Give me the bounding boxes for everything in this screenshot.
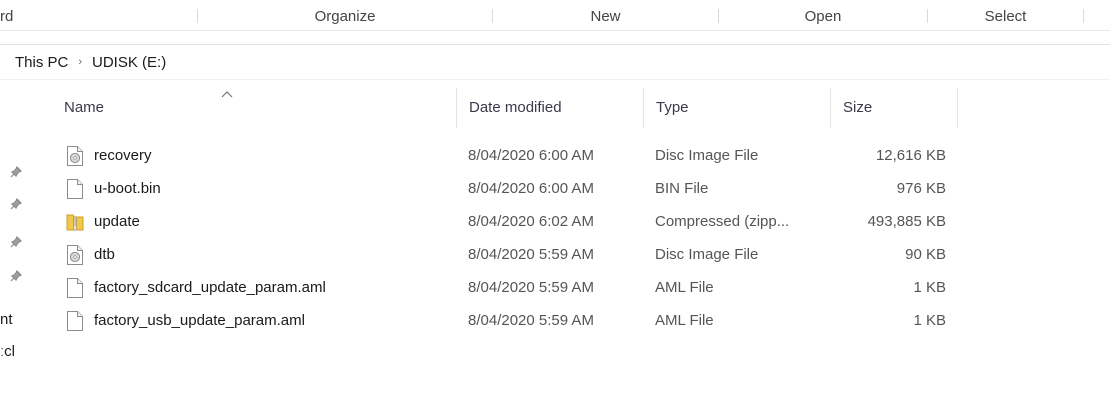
file-type: Disc Image File [655,246,759,263]
ribbon-group-open[interactable]: Open [719,8,927,30]
file-date-modified: 8/04/2020 6:02 AM [468,213,594,230]
file-list: recovery 8/04/2020 6:00 AM Disc Image Fi… [52,139,958,337]
file-name: update [94,213,140,230]
breadcrumb-udisk[interactable]: UDISK (E:) [92,54,166,71]
pin-icon[interactable] [10,198,22,210]
blank-file-icon [67,179,83,199]
breadcrumb-chevron-icon[interactable]: › [78,56,82,68]
disc-image-icon [67,245,83,265]
ribbon: rd Organize New Open Select [0,0,1110,31]
column-header-date-modified[interactable]: Date modified [457,88,643,128]
column-header-size[interactable]: Size [831,88,957,128]
file-name: u-boot.bin [94,180,161,197]
file-date-modified: 8/04/2020 6:00 AM [468,180,594,197]
file-row[interactable]: factory_sdcard_update_param.aml 8/04/202… [52,271,958,304]
file-date-modified: 8/04/2020 5:59 AM [468,246,594,263]
file-type: BIN File [655,180,709,197]
file-name: factory_sdcard_update_param.aml [94,279,326,296]
file-date-modified: 8/04/2020 5:59 AM [468,279,594,296]
ribbon-group-organize[interactable]: Organize [198,8,492,30]
ribbon-group-new[interactable]: New [493,8,718,30]
file-type: AML File [655,279,714,296]
zip-folder-icon [66,214,84,231]
blank-file-icon [67,311,83,331]
breadcrumb-this-pc[interactable]: This PC [15,54,68,71]
disc-image-icon [67,146,83,166]
column-header-row: Name Date modified Type Size [52,88,958,128]
blank-file-icon [67,278,83,298]
file-size: 976 KB [896,180,946,197]
file-size: 493,885 KB [867,213,946,230]
nav-item-label[interactable]: ːcl [0,343,40,360]
file-date-modified: 8/04/2020 5:59 AM [468,312,594,329]
file-row[interactable]: update 8/04/2020 6:02 AM Compressed (zip… [52,205,958,238]
file-date-modified: 8/04/2020 6:00 AM [468,147,594,164]
file-name: recovery [94,147,152,164]
file-row[interactable]: recovery 8/04/2020 6:00 AM Disc Image Fi… [52,139,958,172]
file-size: 12,616 KB [875,147,946,164]
file-row[interactable]: dtb 8/04/2020 5:59 AM Disc Image File 90… [52,238,958,271]
pin-icon[interactable] [10,166,22,178]
pin-icon[interactable] [10,236,22,248]
file-name: dtb [94,246,115,263]
navigation-pane: nt ːcl [0,80,40,401]
file-type: AML File [655,312,714,329]
column-header-type[interactable]: Type [644,88,830,128]
pin-icon[interactable] [10,270,22,282]
file-size: 1 KB [913,312,946,329]
ribbon-group-select[interactable]: Select [928,8,1083,30]
file-name: factory_usb_update_param.aml [94,312,305,329]
ribbon-group-clipboard[interactable]: rd [0,8,40,30]
column-separator[interactable] [957,88,958,128]
ribbon-separator [1083,9,1084,23]
file-type: Disc Image File [655,147,759,164]
address-divider [0,79,1110,80]
file-size: 90 KB [905,246,946,263]
nav-item-label[interactable]: nt [0,311,40,328]
file-size: 1 KB [913,279,946,296]
column-header-name[interactable]: Name [52,88,456,128]
address-bar[interactable]: This PC › UDISK (E:) [0,45,1110,79]
file-row[interactable]: u-boot.bin 8/04/2020 6:00 AM BIN File 97… [52,172,958,205]
file-row[interactable]: factory_usb_update_param.aml 8/04/2020 5… [52,304,958,337]
file-type: Compressed (zipp... [655,213,790,230]
